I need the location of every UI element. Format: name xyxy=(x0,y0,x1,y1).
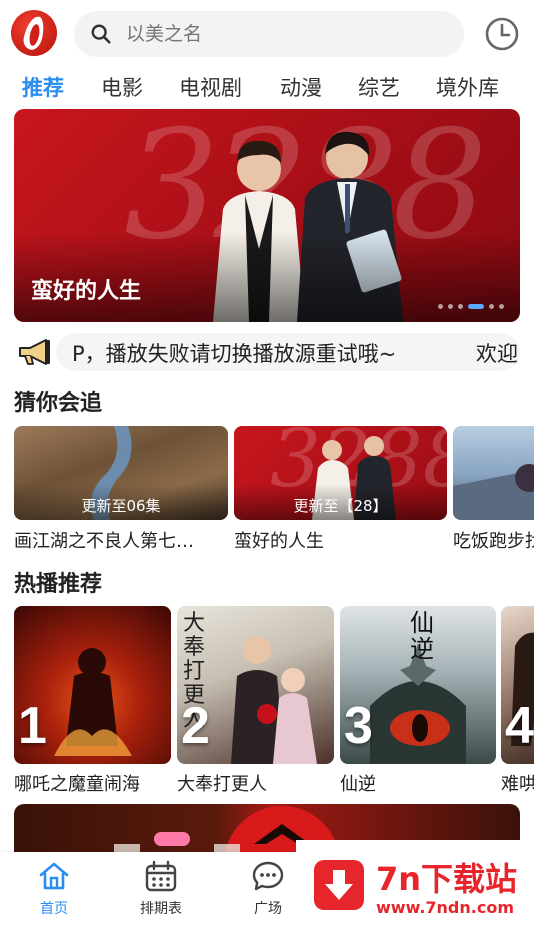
guess-card-3-poster xyxy=(453,464,534,520)
guess-card-1-title[interactable]: 画江湖之不良人第七… xyxy=(14,527,228,553)
section-title-guess: 猜你会追 xyxy=(14,391,103,416)
guess-card-1-episode: 更新至06集 xyxy=(81,497,161,515)
app-logo[interactable] xyxy=(11,10,57,56)
top-bar xyxy=(0,0,534,68)
tab-tv-series[interactable]: 电视剧 xyxy=(179,72,242,102)
watermark-title: 7n下载站 xyxy=(376,860,518,898)
carousel-dot xyxy=(458,303,463,309)
tabbar-home-label: 首页 xyxy=(40,901,68,917)
history-clock-icon[interactable] xyxy=(484,16,520,52)
hot-card-4-title[interactable]: 难哄 xyxy=(501,770,534,796)
guess-card-2-title[interactable]: 蛮好的人生 xyxy=(234,527,447,553)
tab-anime[interactable]: 动漫 xyxy=(280,72,322,102)
carousel-dot xyxy=(499,303,504,309)
hot-card-2[interactable]: 大奉打更人 2 xyxy=(177,606,334,764)
hot-card-3[interactable]: 仙逆 3 xyxy=(340,606,496,764)
tab-recommend[interactable]: 推荐 xyxy=(22,72,64,102)
hot-card-3-title[interactable]: 仙逆 xyxy=(340,770,496,796)
tab-overseas[interactable]: 境外库 xyxy=(436,72,499,102)
notice-bar[interactable]: P，播放失败请切换播放源重试哦~ 欢迎 xyxy=(16,333,520,371)
hot-card-3-poster-text: 仙逆 xyxy=(410,609,434,663)
app-screen: 推荐 电影 电视剧 动漫 综艺 境外库 3288 蛮好的人生 xyxy=(0,0,534,928)
carousel-dot xyxy=(489,303,494,309)
hot-card-4-rank: 4 xyxy=(505,697,534,755)
hot-card-1-rank: 1 xyxy=(18,697,47,755)
notice-text: P，播放失败请切换播放源重试哦~ xyxy=(72,342,397,366)
tab-variety[interactable]: 综艺 xyxy=(358,72,400,102)
hot-card-2-title[interactable]: 大奉打更人 xyxy=(177,770,334,796)
notice-text-next: 欢迎 xyxy=(476,342,518,366)
guess-card-2[interactable]: 3288 更新至【28】 xyxy=(234,426,447,520)
banner-title: 蛮好的人生 xyxy=(31,279,142,304)
carousel-dot-active xyxy=(468,303,484,309)
search-icon xyxy=(91,24,111,44)
watermark-url: www.7ndn.com xyxy=(376,898,514,917)
site-watermark: 7n下载站 www.7ndn.com xyxy=(296,840,534,928)
guess-card-2-episode: 更新至【28】 xyxy=(293,497,388,515)
megaphone-icon xyxy=(19,339,50,365)
search-input[interactable] xyxy=(126,11,446,57)
tabbar-home[interactable]: 首页 xyxy=(14,860,94,918)
guess-card-3[interactable] xyxy=(453,426,534,520)
hot-card-1[interactable]: 1 xyxy=(14,606,171,764)
tabbar-schedule-label: 排期表 xyxy=(140,901,182,917)
tabbar-schedule[interactable]: 排期表 xyxy=(121,860,201,918)
guess-card-3-title[interactable]: 吃饭跑步找 xyxy=(453,527,534,553)
carousel-dot xyxy=(438,303,443,309)
calendar-icon xyxy=(145,860,177,892)
section-title-hot: 热播推荐 xyxy=(14,572,103,597)
carousel-indicator xyxy=(438,303,504,309)
hot-card-3-rank: 3 xyxy=(344,697,373,755)
carousel-dot xyxy=(448,303,453,309)
guess-card-1[interactable]: 更新至06集 xyxy=(14,426,228,520)
home-icon xyxy=(39,862,69,890)
search-bar[interactable] xyxy=(74,11,464,57)
tab-movies[interactable]: 电影 xyxy=(101,72,143,102)
hero-banner[interactable]: 3288 蛮好的人生 xyxy=(14,109,520,322)
hot-card-4[interactable]: 4 xyxy=(501,606,534,764)
hot-card-1-title[interactable]: 哪吒之魔童闹海 xyxy=(14,770,171,796)
hot-card-2-rank: 2 xyxy=(181,697,210,755)
download-arrow-icon xyxy=(314,860,364,910)
category-tabs: 推荐 电影 电视剧 动漫 综艺 境外库 xyxy=(0,68,534,108)
chat-icon xyxy=(252,861,284,891)
